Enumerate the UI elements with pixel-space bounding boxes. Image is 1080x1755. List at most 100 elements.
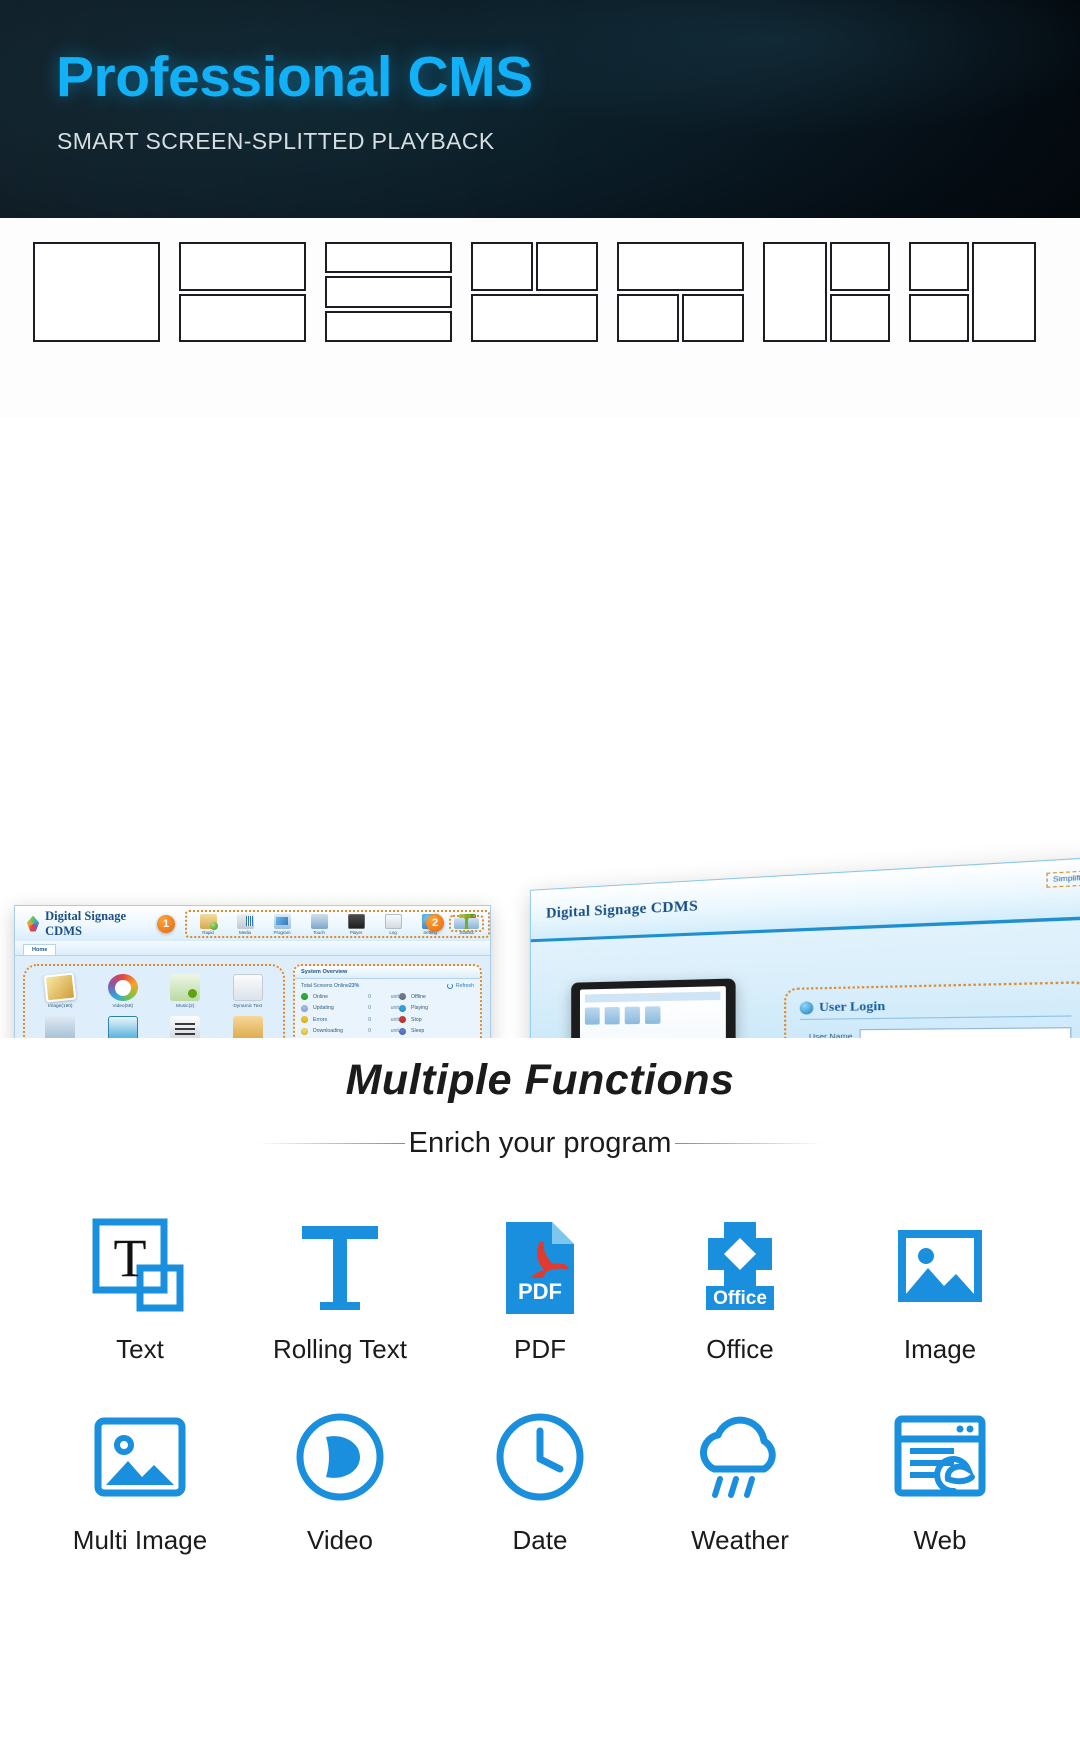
home-window-logo: Digital Signage CDMS [45, 908, 127, 938]
shortcut-label: Video(58) [112, 1004, 134, 1009]
dynamic-text-icon [232, 974, 263, 1001]
system-overview-title: System Overview [295, 966, 480, 979]
user-icon[interactable] [454, 917, 465, 929]
toolbar-item-touch[interactable]: Touch [302, 913, 336, 935]
total-online-text: Total Screens Online [301, 983, 349, 989]
shortcut-touch[interactable]: Touch(1) [29, 1016, 92, 1038]
function-label: Video [306, 1525, 374, 1555]
functions-subtitle-wrap: Enrich your program [0, 1127, 1080, 1160]
shortcut-dynamic-text[interactable]: Dynamic Text [217, 974, 280, 1009]
layout-3-horizontal[interactable] [325, 242, 452, 342]
logout-icon[interactable] [468, 917, 479, 929]
function-video[interactable]: Video [240, 1399, 440, 1556]
toolbar-item-program[interactable]: Program [265, 913, 299, 935]
status-row: Updating 0 unit [301, 1004, 399, 1012]
login-title-text: User Login [819, 997, 886, 1015]
image-icon [840, 1208, 1040, 1328]
language-switcher[interactable]: Simplified Chinese English [1046, 866, 1080, 888]
layout-cell [536, 242, 598, 291]
layout-cell [909, 293, 969, 342]
function-web[interactable]: Web [840, 1399, 1040, 1556]
layout-cell [325, 242, 452, 274]
layout-bottom-split-2[interactable] [617, 242, 744, 342]
layout-cell [325, 276, 452, 308]
rule-left [256, 1143, 405, 1144]
tab-home[interactable]: Home [23, 944, 57, 955]
username-input[interactable] [859, 1027, 1072, 1038]
user-actions[interactable] [449, 914, 484, 932]
function-label: Text [116, 1334, 164, 1364]
toolbar-label: Log [389, 929, 397, 935]
layout-cell [830, 242, 890, 291]
layout-cell [909, 242, 969, 291]
toolbar-label: Player [349, 929, 363, 935]
shortcut-playlist[interactable]: Playlist(68) [154, 1016, 217, 1038]
media-icon [236, 913, 254, 929]
rolling-text-icon [240, 1208, 440, 1328]
refresh-icon [446, 983, 453, 989]
callout-badge-1: 1 [157, 914, 175, 933]
status-dot [301, 1027, 308, 1035]
user-login-form[interactable]: User Login User Name Password Ver.Code 4… [784, 981, 1080, 1038]
shortcut-approval[interactable]: Approval(2) [217, 1016, 280, 1038]
functions-subtitle: Enrich your program [408, 1127, 672, 1159]
function-multi-image[interactable]: Multi Image [40, 1399, 240, 1556]
status-row: Errors 0 unit [301, 1016, 399, 1023]
toolbar-label: Program [273, 929, 291, 935]
function-rolling-text[interactable]: Rolling Text [240, 1208, 440, 1365]
function-office[interactable]: Office Office [640, 1208, 840, 1365]
touch-icon [310, 913, 328, 929]
shortcut-video[interactable]: Video(58) [92, 974, 155, 1009]
layout-left-tall-right-2[interactable] [763, 242, 890, 342]
layout-2-horizontal[interactable] [179, 242, 306, 342]
web-browser-icon [840, 1399, 1040, 1519]
pdf-icon: PDF [440, 1208, 640, 1328]
office-icon: Office [640, 1208, 840, 1328]
function-label: Date [512, 1525, 568, 1555]
clock-icon [440, 1399, 640, 1519]
toolbar-item-rapid[interactable]: Rapid [191, 913, 225, 935]
shortcut-image[interactable]: Image(190) [29, 972, 92, 1009]
layout-cell [972, 242, 1036, 342]
function-pdf[interactable]: PDF PDF [440, 1208, 640, 1365]
status-panels: System Overview Total Screens Online23% … [293, 964, 482, 1038]
function-label: Image [903, 1334, 977, 1364]
home-tabbar[interactable]: Home [15, 941, 490, 956]
layout-top-split-2[interactable] [471, 242, 598, 342]
cms-home-window[interactable]: Digital Signage CDMS 1 Rapid Media Progr… [14, 905, 491, 1038]
home-window-body: Image(190) Video(58) Music(2) Dynamic Te… [15, 956, 490, 1038]
system-overview-card: System Overview Total Screens Online23% … [293, 964, 482, 1038]
function-weather[interactable]: Weather [640, 1399, 840, 1556]
cms-login-window[interactable]: Digital Signage CDMS Simplified Chinese … [529, 852, 1080, 1038]
layout-cell [179, 293, 306, 342]
page-subtitle: SMART SCREEN-SPLITTED PLAYBACK [57, 128, 495, 154]
layout-cell [179, 242, 306, 291]
toolbar-item-media[interactable]: Media [228, 913, 262, 935]
status-row: Stop [399, 1016, 474, 1023]
header-right-group: 2 [426, 914, 484, 932]
login-form-title: User Login [799, 994, 1072, 1020]
status-row: Offline [399, 993, 474, 1000]
toolbar-item-player[interactable]: Player [339, 913, 373, 935]
function-date[interactable]: Date [440, 1399, 640, 1556]
layout-1-full[interactable] [33, 242, 160, 342]
username-row: User Name [800, 1027, 1072, 1038]
status-dot [399, 1004, 406, 1012]
refresh-button[interactable]: Refresh [446, 983, 474, 989]
playlist-icon [170, 1016, 201, 1038]
text-icon: T [40, 1208, 240, 1328]
login-window-logo: Digital Signage CDMS [546, 897, 699, 922]
program-icon [273, 913, 291, 929]
function-image[interactable]: Image [840, 1208, 1040, 1365]
shortcut-music[interactable]: Music(2) [154, 974, 217, 1009]
layout-right-tall-left-2[interactable] [909, 242, 1036, 342]
toolbar-item-log[interactable]: Log [376, 913, 410, 935]
rule-right [675, 1143, 824, 1144]
function-text[interactable]: T Text [40, 1208, 240, 1365]
function-label: PDF [514, 1334, 566, 1364]
function-label: Office [706, 1334, 774, 1364]
user-badge-icon [799, 1000, 814, 1015]
shortcut-template[interactable]: Template(33) [92, 1016, 155, 1038]
svg-text:PDF: PDF [518, 1279, 562, 1304]
functions-icon-grid: T Text Rolling Text PDF PDF Office Offic… [0, 1208, 1080, 1586]
